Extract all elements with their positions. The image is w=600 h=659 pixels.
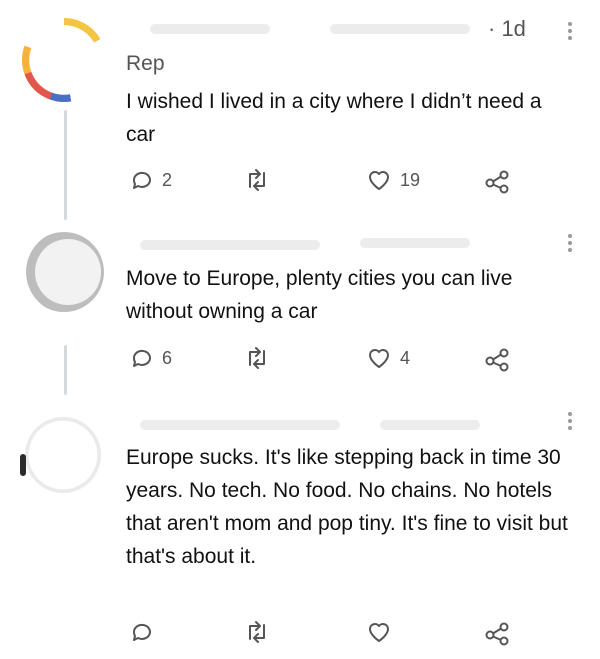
username-redacted bbox=[330, 24, 470, 34]
display-name-redacted bbox=[140, 420, 340, 430]
action-bar: 2 19 bbox=[126, 168, 526, 198]
username-redacted bbox=[360, 238, 470, 248]
heart-icon bbox=[369, 623, 389, 642]
share-icon bbox=[485, 348, 509, 372]
reply-count: 2 bbox=[162, 169, 173, 190]
timestamp: · 1d bbox=[488, 16, 526, 41]
share-icon bbox=[485, 170, 509, 194]
post-text: Move to Europe, plenty cities you can li… bbox=[126, 267, 513, 323]
display-name-redacted bbox=[140, 240, 320, 250]
reply-button[interactable]: 2 bbox=[130, 168, 172, 192]
share-button[interactable] bbox=[484, 620, 510, 646]
post-text: Europe sucks. It's like stepping back in… bbox=[126, 446, 568, 568]
like-button[interactable]: 19 bbox=[366, 168, 420, 192]
avatar[interactable] bbox=[20, 412, 106, 498]
retweet-button[interactable] bbox=[244, 168, 270, 192]
share-button[interactable] bbox=[484, 168, 510, 194]
like-button[interactable] bbox=[366, 620, 392, 644]
reply-icon bbox=[132, 349, 151, 367]
avatar[interactable] bbox=[22, 18, 106, 102]
username-redacted bbox=[380, 420, 480, 430]
retweet-icon bbox=[249, 169, 265, 191]
reply-button[interactable]: 6 bbox=[130, 346, 172, 370]
heart-icon bbox=[369, 349, 389, 368]
like-count: 19 bbox=[400, 169, 421, 190]
action-bar: 6 4 bbox=[126, 346, 526, 376]
reply-icon bbox=[132, 171, 151, 189]
display-name-redacted bbox=[150, 24, 270, 34]
reply-button[interactable] bbox=[130, 620, 154, 644]
avatar[interactable] bbox=[24, 232, 104, 312]
retweet-button[interactable] bbox=[244, 620, 270, 644]
heart-icon bbox=[369, 171, 389, 190]
retweet-button[interactable] bbox=[244, 346, 270, 370]
reply-count: 6 bbox=[162, 347, 173, 368]
reply-handle: Rep bbox=[126, 52, 165, 75]
more-vertical-icon[interactable] bbox=[568, 234, 572, 252]
like-count: 4 bbox=[400, 347, 411, 368]
share-icon bbox=[485, 622, 509, 646]
post-text: I wished I lived in a city where I didn’… bbox=[126, 90, 542, 146]
thread-line bbox=[64, 345, 67, 395]
reply-icon bbox=[132, 623, 151, 641]
like-button[interactable]: 4 bbox=[366, 346, 410, 370]
retweet-icon bbox=[249, 621, 265, 643]
more-vertical-icon[interactable] bbox=[568, 412, 572, 430]
thread-line bbox=[64, 110, 67, 220]
retweet-icon bbox=[249, 347, 265, 369]
more-vertical-icon[interactable] bbox=[568, 22, 572, 40]
action-bar bbox=[126, 620, 526, 650]
share-button[interactable] bbox=[484, 346, 510, 372]
